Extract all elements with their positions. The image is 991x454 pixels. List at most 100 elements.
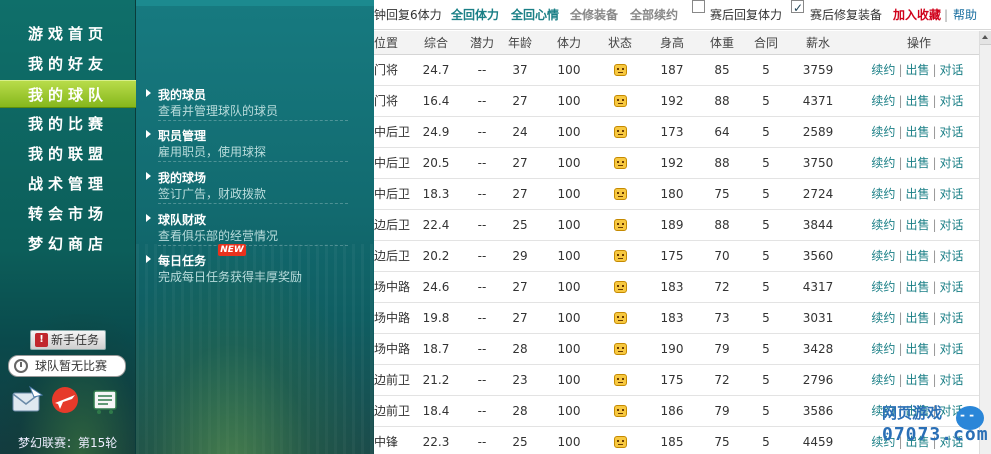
col-header-stamina[interactable]: 体力: [551, 31, 587, 55]
cell-potential: --: [477, 94, 487, 108]
cell-age: 24: [512, 125, 528, 139]
nav-item-shop[interactable]: 梦幻商店: [0, 230, 136, 258]
sell-link[interactable]: 出售: [905, 373, 929, 387]
sell-link[interactable]: 出售: [905, 94, 929, 108]
smiley-icon: [613, 188, 627, 200]
talk-link[interactable]: 对话: [940, 187, 964, 201]
sell-link[interactable]: 出售: [905, 63, 929, 77]
submenu-staff[interactable]: 职员管理 雇用职员，使用球探: [136, 127, 374, 167]
cell-mood: [604, 117, 636, 148]
cell-contract: 5: [762, 156, 770, 170]
full-mood-button[interactable]: 全回心情: [511, 0, 559, 30]
renew-link[interactable]: 续约: [871, 373, 895, 387]
nav-item-friends[interactable]: 我的好友: [0, 50, 136, 78]
col-header-mood[interactable]: 状态: [604, 31, 636, 55]
nav-item-tactics[interactable]: 战术管理: [0, 170, 136, 198]
talk-link[interactable]: 对话: [940, 373, 964, 387]
col-header-overall[interactable]: 综合: [416, 31, 456, 55]
cell-weight: 75: [714, 187, 730, 201]
scroll-up-arrow-icon[interactable]: [980, 31, 991, 45]
table-row: 场中路 18.7 -- 28 100 190 79 5 3428 续约 | 出售 | 对话: [374, 334, 979, 365]
sell-link[interactable]: 出售: [905, 218, 929, 232]
talk-link[interactable]: 对话: [940, 94, 964, 108]
renew-link[interactable]: 续约: [871, 125, 895, 139]
cell-position: 中后卫: [374, 125, 411, 139]
cell-position: 边后卫: [374, 218, 411, 232]
sell-link[interactable]: 出售: [905, 342, 929, 356]
talk-link[interactable]: 对话: [940, 280, 964, 294]
help-link[interactable]: 帮助: [953, 0, 977, 30]
cart-icon[interactable]: [88, 385, 122, 415]
talk-link[interactable]: 对话: [940, 156, 964, 170]
sell-link[interactable]: 出售: [905, 249, 929, 263]
submenu-my-players[interactable]: 我的球员 查看并管理球队的球员: [136, 86, 374, 126]
col-header-contract[interactable]: 合同: [750, 31, 782, 55]
auto-recover-checkbox[interactable]: [692, 0, 705, 13]
nav-item-league[interactable]: 我的联盟: [0, 140, 136, 168]
col-header-weight[interactable]: 体重: [704, 31, 740, 55]
talk-link[interactable]: 对话: [940, 311, 964, 325]
separator: |: [898, 342, 903, 356]
nav-item-my-team[interactable]: 我的球队: [0, 80, 136, 108]
cell-height: 180: [660, 187, 684, 201]
talk-link[interactable]: 对话: [940, 125, 964, 139]
submenu-title[interactable]: 球队财政: [158, 211, 206, 228]
renew-link[interactable]: 续约: [871, 63, 895, 77]
vertical-scrollbar[interactable]: [979, 31, 991, 454]
renew-link[interactable]: 续约: [871, 94, 895, 108]
talk-link[interactable]: 对话: [940, 63, 964, 77]
renew-link[interactable]: 续约: [871, 249, 895, 263]
sell-link[interactable]: 出售: [905, 125, 929, 139]
col-header-height[interactable]: 身高: [654, 31, 690, 55]
auto-repair-checkbox[interactable]: [791, 0, 804, 23]
sell-link[interactable]: 出售: [905, 311, 929, 325]
smiley-icon: [613, 219, 627, 231]
cell-potential: --: [477, 373, 487, 387]
submenu-stadium[interactable]: 我的球场 签订广告，财政拨款: [136, 169, 374, 209]
mail-icon[interactable]: [10, 385, 44, 415]
talk-link[interactable]: 对话: [940, 218, 964, 232]
submenu-daily-tasks[interactable]: 每日任务 NEW 完成每日任务获得丰厚奖励: [136, 244, 374, 292]
smiley-icon: [613, 157, 627, 169]
full-stamina-button[interactable]: 全回体力: [451, 0, 499, 30]
cell-contract: 5: [762, 435, 770, 449]
sell-link[interactable]: 出售: [905, 187, 929, 201]
sell-link[interactable]: 出售: [905, 280, 929, 294]
renew-link[interactable]: 续约: [871, 156, 895, 170]
cell-stamina: 100: [557, 435, 581, 449]
cell-position: 边前卫: [374, 373, 411, 387]
renew-link[interactable]: 续约: [871, 187, 895, 201]
col-header-salary[interactable]: 薪水: [798, 31, 838, 55]
renew-all-button[interactable]: 全部续约: [630, 0, 678, 30]
cell-overall: 18.4: [422, 404, 450, 418]
cell-position: 场中路: [374, 311, 411, 325]
submenu-title[interactable]: 职员管理: [158, 127, 206, 144]
cell-salary: 2796: [802, 373, 834, 387]
talk-link[interactable]: 对话: [940, 249, 964, 263]
col-header-position[interactable]: 位置: [374, 31, 420, 55]
repair-all-button[interactable]: 全修装备: [570, 0, 618, 30]
submenu-finance[interactable]: 球队财政 查看俱乐部的经营情况: [136, 211, 374, 251]
nav-item-transfer[interactable]: 转会市场: [0, 200, 136, 228]
airplane-icon[interactable]: [48, 385, 82, 415]
add-favorite-link[interactable]: 加入收藏: [893, 0, 941, 30]
renew-link[interactable]: 续约: [871, 218, 895, 232]
col-header-age[interactable]: 年龄: [504, 31, 536, 55]
renew-link[interactable]: 续约: [871, 311, 895, 325]
renew-link[interactable]: 续约: [871, 342, 895, 356]
newbie-task-button[interactable]: ! 新手任务: [30, 330, 106, 350]
renew-link[interactable]: 续约: [871, 280, 895, 294]
nav-item-home[interactable]: 游戏首页: [0, 20, 136, 48]
cell-height: 186: [660, 404, 684, 418]
col-header-potential[interactable]: 潜力: [466, 31, 498, 55]
sell-link[interactable]: 出售: [905, 156, 929, 170]
submenu-title[interactable]: 我的球员: [158, 86, 206, 103]
cell-stamina: 100: [557, 342, 581, 356]
cell-age: 29: [512, 249, 528, 263]
divider: [158, 161, 348, 162]
nav-item-matches[interactable]: 我的比赛: [0, 110, 136, 138]
talk-link[interactable]: 对话: [940, 342, 964, 356]
submenu-title[interactable]: 每日任务: [158, 252, 206, 269]
table-row: 边后卫 22.4 -- 25 100 189 88 5 3844 续约 | 出售 | 对话: [374, 210, 979, 241]
submenu-title[interactable]: 我的球场: [158, 169, 206, 186]
